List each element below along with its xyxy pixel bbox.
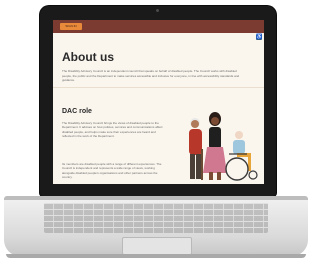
wheelchair-user-illustration [225,131,258,181]
section-paragraph: Its members are disabled people with a r… [62,162,162,179]
trackpad [122,237,192,255]
keyboard-rows [44,203,268,233]
person-illustration-left [189,118,203,180]
laptop-bottom-edge [6,254,306,258]
section-title: DAC role [62,108,92,115]
sign-in-button[interactable]: SIGN IN [60,23,82,30]
webcam [156,9,159,12]
site-header: SIGN IN [53,20,264,33]
section-paragraph: The Disability Advisory Council brings t… [62,121,163,138]
person-illustration-middle [203,112,227,180]
page-title: About us [62,50,114,64]
laptop-hinge [4,196,308,200]
laptop-screen: SIGN IN ♿ About us The Disability Adviso… [53,20,264,184]
accessibility-icon[interactable]: ♿ [256,34,262,40]
section-divider [53,87,264,88]
intro-text: The Disability Advisory Council is an in… [62,69,240,82]
people-illustration [189,112,258,181]
